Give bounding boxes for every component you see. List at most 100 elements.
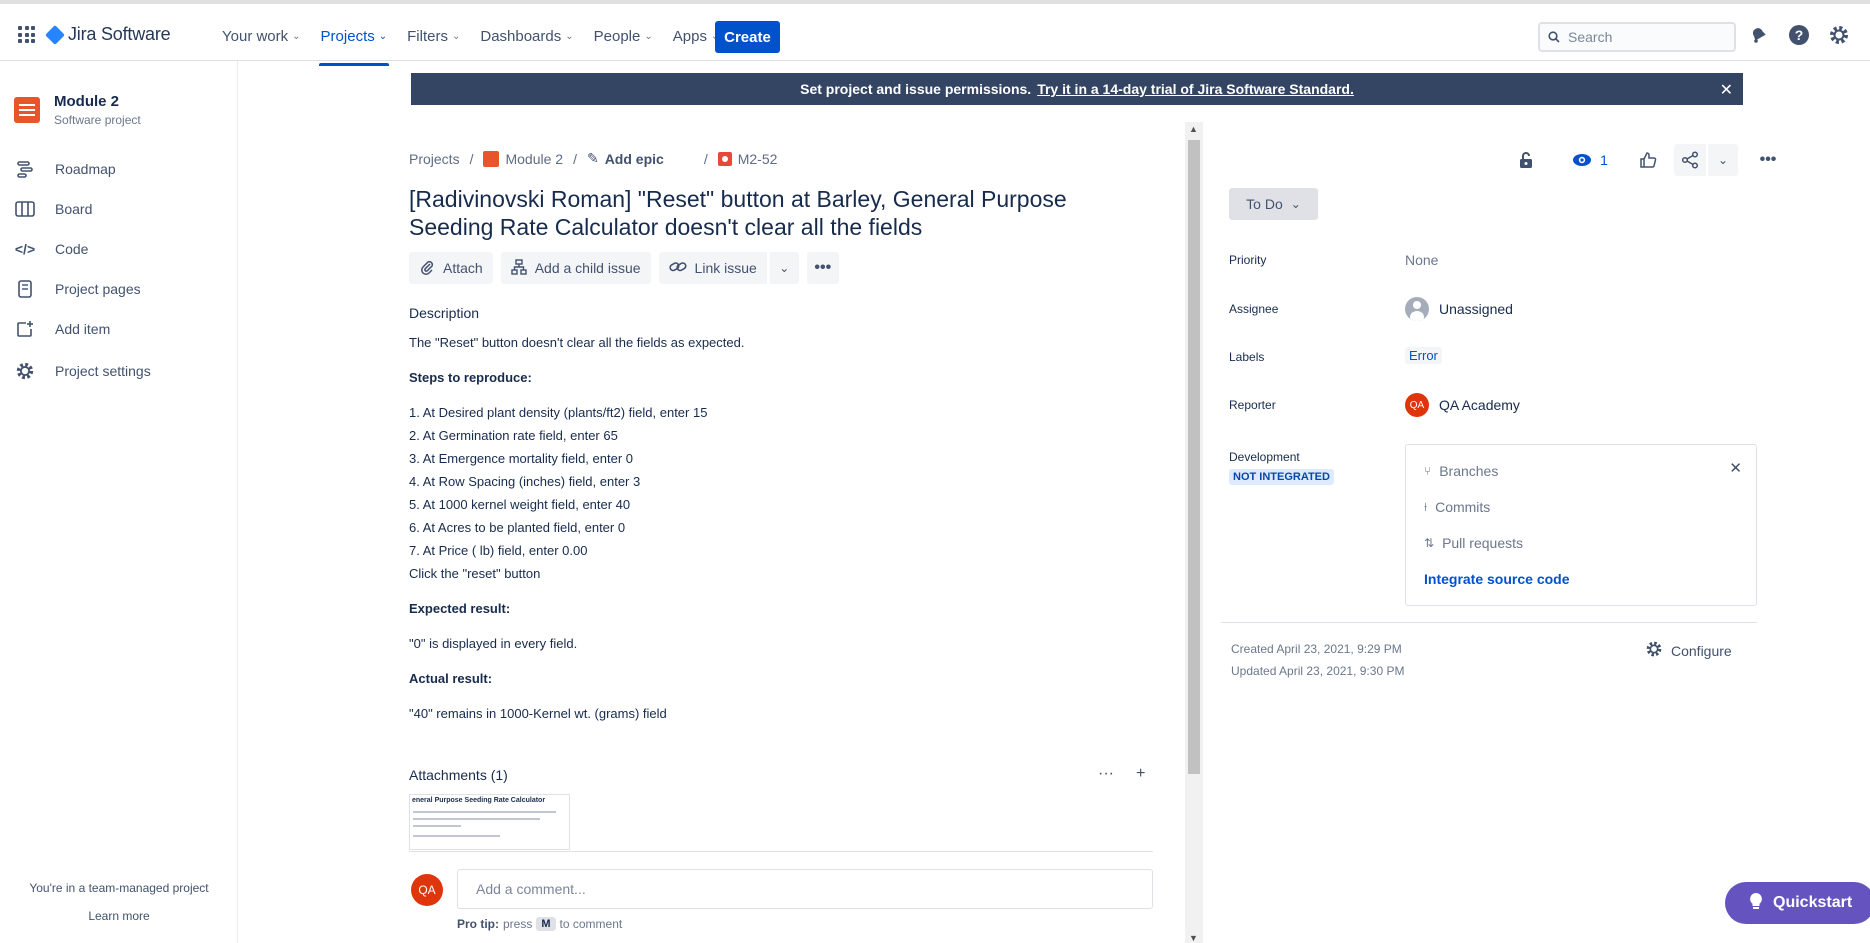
actual-heading: Actual result: — [409, 671, 493, 686]
sidebar-item-project-settings[interactable]: Project settings — [15, 361, 151, 381]
hierarchy-icon — [511, 258, 527, 278]
scroll-up-arrow-icon[interactable]: ▲ — [1189, 124, 1198, 134]
settings-gear-icon[interactable] — [1828, 24, 1850, 46]
reporter-value[interactable]: QA QA Academy — [1405, 393, 1520, 417]
configure-button[interactable]: Configure — [1645, 640, 1732, 661]
project-name: Module 2 — [54, 93, 120, 110]
notifications-icon[interactable] — [1748, 24, 1770, 46]
nav-your-work[interactable]: Your work ⌄ — [212, 8, 311, 65]
learn-more-link[interactable]: Learn more — [0, 909, 238, 923]
pro-tip-suffix: to comment — [559, 917, 623, 931]
search-placeholder: Search — [1568, 29, 1613, 45]
chevron-down-icon: ⌄ — [378, 31, 388, 42]
sidebar-item-label: Project pages — [55, 281, 141, 297]
close-icon[interactable]: ✕ — [1729, 459, 1742, 477]
labels-value[interactable]: Error — [1405, 347, 1442, 364]
pro-tip-press: press — [503, 917, 533, 931]
attachment-thumbnail[interactable]: eneral Purpose Seeding Rate Calculator — [409, 794, 570, 850]
attachments-actions: ··· + — [1098, 765, 1145, 783]
project-type: Software project — [54, 113, 141, 127]
assignee-label: Assignee — [1229, 302, 1279, 316]
product-name: Jira Software — [68, 24, 171, 44]
quickstart-button[interactable]: Quickstart — [1725, 882, 1870, 924]
sidebar-item-roadmap[interactable]: Roadmap — [15, 159, 116, 179]
breadcrumb-issue[interactable]: M2-52 — [717, 150, 778, 167]
more-icon[interactable]: ··· — [1098, 765, 1114, 783]
share-icon[interactable] — [1674, 144, 1706, 176]
svg-text:?: ? — [1795, 27, 1804, 43]
attach-button[interactable]: Attach — [409, 252, 493, 284]
pull-requests-item: ⇅ Pull requests — [1424, 535, 1523, 551]
nav-projects[interactable]: Projects ⌄ — [311, 8, 398, 66]
bug-icon — [717, 151, 732, 166]
create-button[interactable]: Create — [715, 21, 780, 53]
attachments-heading: Attachments (1) — [409, 767, 508, 783]
integrate-source-code-link[interactable]: Integrate source code — [1424, 571, 1570, 587]
project-header[interactable]: Module 2 Software project — [14, 93, 141, 127]
sidebar-item-project-pages[interactable]: Project pages — [15, 279, 141, 299]
main-scrollbar[interactable]: ▲ ▼ — [1185, 122, 1203, 943]
banner-trial-link[interactable]: Try it in a 14-day trial of Jira Softwar… — [1037, 81, 1354, 97]
issue-key: M2-52 — [737, 150, 778, 167]
link-issue-dropdown[interactable]: ⌄ — [768, 252, 799, 284]
issue-description[interactable]: Description The "Reset" button doesn't c… — [409, 305, 1149, 725]
assignee-value[interactable]: Unassigned — [1405, 297, 1513, 321]
quickstart-label: Quickstart — [1773, 894, 1853, 911]
priority-label: Priority — [1229, 253, 1267, 267]
chevron-down-icon: ⌄ — [1290, 197, 1301, 211]
project-sidebar: Module 2 Software project Roadmap Board … — [0, 61, 238, 943]
sidebar-item-add-item[interactable]: Add item — [15, 319, 110, 339]
watch-button[interactable]: 1 — [1560, 144, 1620, 176]
configure-label: Configure — [1671, 642, 1732, 659]
project-avatar — [14, 97, 40, 123]
project-icon — [483, 150, 500, 167]
banner-text: Set project and issue permissions. — [800, 81, 1032, 97]
comment-input[interactable]: Add a comment... — [457, 869, 1153, 909]
app-switcher-icon[interactable] — [18, 26, 35, 43]
commit-icon: ⍿ — [1424, 499, 1428, 514]
priority-value[interactable]: None — [1405, 252, 1438, 268]
jira-logo[interactable]: Jira Software — [45, 24, 171, 45]
pull-request-icon: ⇅ — [1424, 536, 1435, 550]
share-dropdown-chevron-icon[interactable]: ⌄ — [1708, 144, 1738, 176]
pencil-icon: ✎ — [586, 150, 599, 166]
more-actions-button[interactable]: ••• — [806, 252, 839, 284]
add-epic-label: Add epic — [604, 150, 664, 167]
breadcrumb-projects[interactable]: Projects — [409, 151, 460, 167]
help-icon[interactable]: ? — [1788, 24, 1810, 46]
sidebar-item-label: Code — [55, 241, 89, 257]
chevron-down-icon: ⌄ — [292, 31, 301, 42]
step-item: 4. At Row Spacing (inches) field, enter … — [409, 474, 641, 489]
add-icon[interactable]: + — [1136, 765, 1145, 783]
scroll-down-arrow-icon[interactable]: ▼ — [1189, 933, 1198, 943]
upgrade-banner: Set project and issue permissions. Try i… — [411, 73, 1743, 105]
board-icon — [15, 199, 35, 219]
actual-result: "40" remains in 1000-Kernel wt. (grams) … — [409, 706, 667, 721]
breadcrumb-separator: / — [469, 150, 474, 167]
lock-icon[interactable] — [1510, 144, 1542, 176]
chevron-down-icon: ⌄ — [644, 31, 653, 42]
link-issue-button[interactable]: Link issue — [658, 252, 767, 284]
step-item: Click the "reset" button — [409, 566, 541, 581]
expected-heading: Expected result: — [409, 601, 511, 616]
close-icon[interactable]: ✕ — [1720, 80, 1733, 100]
issue-title[interactable]: [Radivinovski Roman] "Reset" button at B… — [409, 185, 1109, 241]
breadcrumb-project-label: Module 2 — [505, 150, 564, 167]
thumbs-up-icon[interactable] — [1632, 144, 1664, 176]
add-epic-button[interactable]: ✎ Add epic — [587, 150, 664, 167]
pro-tip: Pro tip: press M to comment — [457, 917, 622, 931]
more-icon[interactable]: ••• — [1752, 144, 1784, 176]
sidebar-item-board[interactable]: Board — [15, 199, 92, 219]
nav-dashboards[interactable]: Dashboards ⌄ — [470, 8, 583, 65]
step-item: 2. At Germination rate field, enter 65 — [409, 428, 618, 443]
label-tag[interactable]: Error — [1405, 347, 1442, 364]
nav-filters[interactable]: Filters ⌄ — [397, 8, 470, 65]
search-input[interactable]: Search — [1538, 22, 1736, 52]
status-dropdown[interactable]: To Do ⌄ — [1229, 188, 1318, 220]
description-label: Description — [409, 305, 480, 321]
breadcrumb-project[interactable]: Module 2 — [483, 150, 564, 167]
scrollbar-thumb[interactable] — [1188, 140, 1200, 774]
sidebar-item-code[interactable]: </> Code — [15, 239, 89, 259]
add-child-issue-button[interactable]: Add a child issue — [500, 252, 651, 284]
nav-people[interactable]: People ⌄ — [584, 8, 663, 65]
